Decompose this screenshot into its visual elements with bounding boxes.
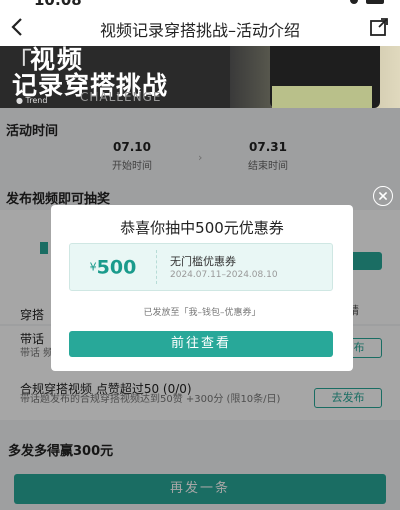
hero-subtitle: CHALLENGE xyxy=(80,90,162,104)
task-name: 带话 xyxy=(20,332,45,346)
start-time: 07.10 开始时间 xyxy=(72,140,192,172)
share-icon[interactable] xyxy=(368,16,390,38)
coupon-note: 已发放至「我–钱包–优惠券」 xyxy=(143,308,261,318)
start-label: 开始时间 xyxy=(112,161,152,172)
chevron-right-icon: › xyxy=(198,151,203,164)
end-date: 07.31 xyxy=(249,140,287,154)
task-name: 穿搭 xyxy=(20,308,45,322)
nav-bar: 视频记录穿搭挑战–活动介绍 xyxy=(0,8,400,46)
post-again-button[interactable]: 再发一条 xyxy=(14,474,386,504)
page-title: 视频记录穿搭挑战–活动介绍 xyxy=(99,21,300,40)
activity-time-panel: 07.10 开始时间 › 07.31 结束时间 xyxy=(0,140,400,174)
close-icon[interactable] xyxy=(373,186,393,206)
coupon-modal: 恭喜你抽中500元优惠券 ¥500 无门槛优惠券 2024.07.11–2024… xyxy=(51,205,353,371)
coupon-amount: ¥500 xyxy=(70,244,156,290)
coupon-validity: 2024.07.11–2024.08.10 xyxy=(170,270,278,280)
coupon-currency: ¥ xyxy=(89,260,97,274)
task-row: 合规穿搭视频 点赞超过50 (0/0) 带话题发布的合规穿搭视频达到50赞 +3… xyxy=(0,376,400,420)
task-desc: 带话题发布的合规穿搭视频达到50赞 +300分 (限10条/日) xyxy=(20,394,281,405)
view-coupon-button[interactable]: 前往查看 xyxy=(69,331,333,357)
activity-time-heading: 活动时间 xyxy=(6,124,59,139)
end-label: 结束时间 xyxy=(248,161,288,172)
hero-banner: 「 视频 记录穿搭挑战 ● Trend CHALLENGE xyxy=(0,46,400,108)
bottom-heading: 多发多得赢300元 xyxy=(8,444,114,459)
status-time: 10:08 xyxy=(34,0,82,8)
coupon-value: 500 xyxy=(96,256,137,279)
status-icons xyxy=(350,0,384,4)
end-time: 07.31 结束时间 xyxy=(208,140,328,172)
coupon-name: 无门槛优惠券 xyxy=(170,255,236,268)
hero-person-pants xyxy=(272,86,372,108)
lottery-card-tag xyxy=(40,242,48,254)
hero-tag: ● Trend xyxy=(16,96,48,105)
status-bar: 10:08 xyxy=(0,0,400,8)
coupon-card: ¥500 无门槛优惠券 2024.07.11–2024.08.10 xyxy=(69,243,333,291)
coupon-divider xyxy=(156,250,157,284)
modal-title: 恭喜你抽中500元优惠券 xyxy=(120,219,284,237)
task-action-button[interactable]: 去发布 xyxy=(314,388,382,408)
start-date: 07.10 xyxy=(113,140,151,154)
